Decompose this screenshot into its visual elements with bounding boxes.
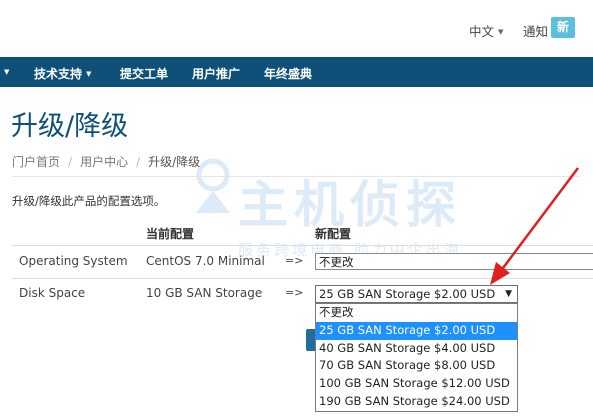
dropdown-option[interactable]: 100 GB SAN Storage $12.00 USD <box>316 375 517 393</box>
nav-item-referral[interactable]: 用户推广 <box>192 65 240 82</box>
arrow-text: => <box>285 286 304 299</box>
disk-select-value: 25 GB SAN Storage $2.00 USD <box>319 287 496 301</box>
current-value-disk: 10 GB SAN Storage <box>146 286 263 300</box>
column-header-new: 新配置 <box>315 227 352 241</box>
option-name-disk: Disk Space <box>19 286 86 300</box>
watermark: 主机侦探 服务跨境电商 助力中企出海 <box>190 147 520 267</box>
os-select-value: 不更改 <box>319 255 354 269</box>
row-divider <box>12 278 593 279</box>
divider <box>12 176 580 177</box>
breadcrumb-separator: / <box>68 155 73 169</box>
option-name-os: Operating System <box>19 254 128 268</box>
page-title: 升级/降级 <box>11 111 129 142</box>
chevron-down-icon[interactable]: ▼ <box>4 68 9 76</box>
row-divider <box>12 245 593 246</box>
current-value-os: CentOS 7.0 Minimal <box>146 254 265 268</box>
chevron-down-icon: ▼ <box>505 289 512 299</box>
nav-item-label: 技术支持 <box>34 67 83 81</box>
dropdown-option[interactable]: 40 GB SAN Storage $4.00 USD <box>316 340 517 358</box>
breadcrumb-client-area[interactable]: 用户中心 <box>80 155 128 169</box>
dropdown-option-highlighted[interactable]: 25 GB SAN Storage $2.00 USD <box>316 321 517 340</box>
breadcrumb-home[interactable]: 门户首页 <box>12 155 60 169</box>
nav-item-label: 提交工单 <box>120 67 169 81</box>
nav-item-year-end[interactable]: 年终盛典 <box>264 65 312 82</box>
os-select[interactable]: 不更改 <box>315 253 593 270</box>
breadcrumb-separator: / <box>136 155 141 169</box>
main-navbar: ▼ 技术支持 ▼ 提交工单 用户推广 年终盛典 <box>0 57 593 87</box>
dropdown-option[interactable]: 70 GB SAN Storage $8.00 USD <box>316 357 517 375</box>
language-label: 中文 <box>469 24 495 39</box>
nav-item-support[interactable]: 技术支持 ▼ <box>34 65 91 82</box>
breadcrumb: 门户首页 / 用户中心 / 升级/降级 <box>12 153 200 170</box>
nav-item-submit-ticket[interactable]: 提交工单 <box>120 65 168 82</box>
top-bar: 中文 ▼ 通知 新 <box>0 0 593 57</box>
dropdown-option[interactable]: 190 GB SAN Storage $24.00 USD <box>316 393 517 411</box>
column-header-current: 当前配置 <box>146 227 195 241</box>
notification-badge[interactable]: 新 <box>551 17 575 38</box>
chevron-down-icon: ▼ <box>498 28 504 36</box>
language-selector[interactable]: 中文 ▼ <box>469 21 503 40</box>
notifications-menu[interactable]: 通知 <box>523 21 548 40</box>
submit-button[interactable] <box>306 329 315 351</box>
notifications-label: 通知 <box>523 24 549 39</box>
disk-select[interactable]: 25 GB SAN Storage $2.00 USD ▼ <box>315 285 518 303</box>
breadcrumb-current: 升级/降级 <box>148 155 201 169</box>
dropdown-option[interactable]: 不更改 <box>316 304 517 322</box>
disk-options-list: 不更改 25 GB SAN Storage $2.00 USD 40 GB SA… <box>315 303 518 412</box>
chevron-down-icon: ▼ <box>86 70 92 78</box>
intro-text: 升级/降级此产品的配置选项。 <box>12 194 166 208</box>
nav-item-label: 年终盛典 <box>264 67 313 81</box>
arrow-text: => <box>285 254 304 267</box>
nav-item-label: 用户推广 <box>192 67 241 81</box>
